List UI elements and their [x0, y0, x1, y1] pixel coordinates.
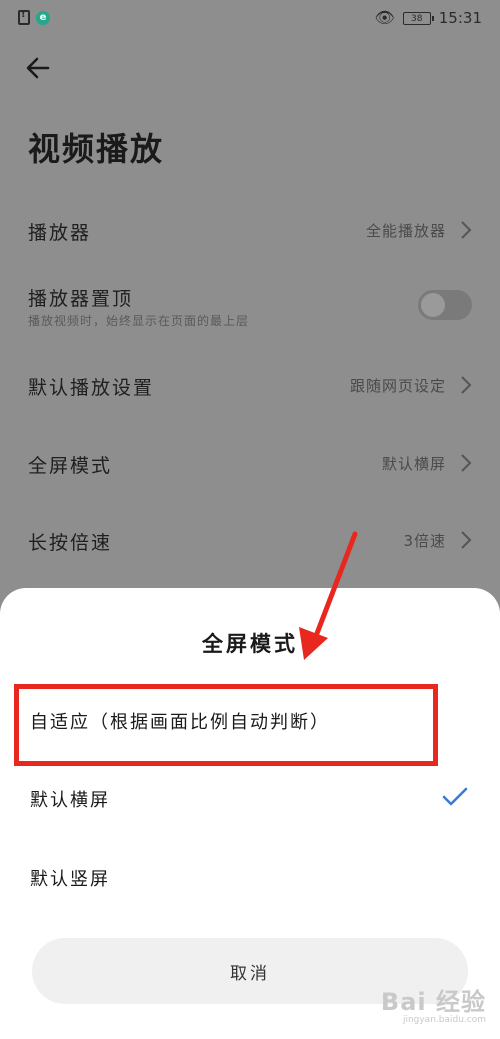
row-subtitle: 播放视频时，始终显示在页面的最上层 [28, 314, 250, 328]
app-notification-icon: e [36, 10, 50, 25]
row-value: 跟随网页设定 [349, 377, 446, 395]
chevron-right-icon [461, 221, 472, 239]
battery-icon: 38 [402, 11, 434, 25]
watermark: Bai 经验 jingyan.baidu.com [381, 982, 486, 1025]
row-label: 播放器 [28, 222, 92, 244]
watermark-logo: Bai 经验 [380, 988, 486, 1016]
row-value: 全能播放器 [365, 222, 446, 240]
chevron-right-icon [461, 531, 472, 549]
row-label: 长按倍速 [28, 532, 113, 554]
settings-row-player-pin: 播放器置顶 播放视频时，始终显示在页面的最上层 [28, 276, 472, 338]
annotation-highlight-box [14, 684, 438, 766]
page-title: 视频播放 [28, 130, 165, 168]
option-default-portrait[interactable]: 默认竖屏 [0, 847, 500, 907]
settings-row-player[interactable]: 播放器 全能播放器 [28, 210, 472, 250]
option-default-landscape[interactable]: 默认横屏 [0, 768, 500, 828]
sheet-title: 全屏模式 [202, 632, 298, 656]
option-label: 默认竖屏 [30, 869, 110, 890]
settings-row-long-press-speed[interactable]: 长按倍速 3倍速 [28, 520, 472, 560]
option-label: 默认横屏 [30, 790, 110, 811]
row-value: 默认横屏 [381, 455, 446, 473]
chevron-right-icon [461, 454, 472, 472]
row-value: 3倍速 [403, 532, 446, 550]
settings-row-fullscreen[interactable]: 全屏模式 默认横屏 [28, 443, 472, 483]
chevron-right-icon [461, 376, 472, 394]
back-arrow-icon[interactable] [22, 52, 54, 84]
eye-icon: 👁 [374, 8, 395, 27]
status-time: 15:31 [438, 9, 482, 27]
fullscreen-mode-sheet: 全屏模式 自适应（根据画面比例自动判断） 默认横屏 默认竖屏 取消 [0, 588, 500, 1039]
check-icon [442, 787, 468, 806]
row-label: 全屏模式 [28, 455, 113, 477]
settings-row-default-play[interactable]: 默认播放设置 跟随网页设定 [28, 365, 472, 405]
status-bar: e 👁 38 15:31 [0, 0, 500, 38]
row-label: 播放器置顶 [28, 288, 134, 310]
row-label: 默认播放设置 [28, 377, 155, 399]
player-pin-toggle[interactable] [418, 290, 472, 320]
sim-alert-icon [18, 9, 30, 25]
